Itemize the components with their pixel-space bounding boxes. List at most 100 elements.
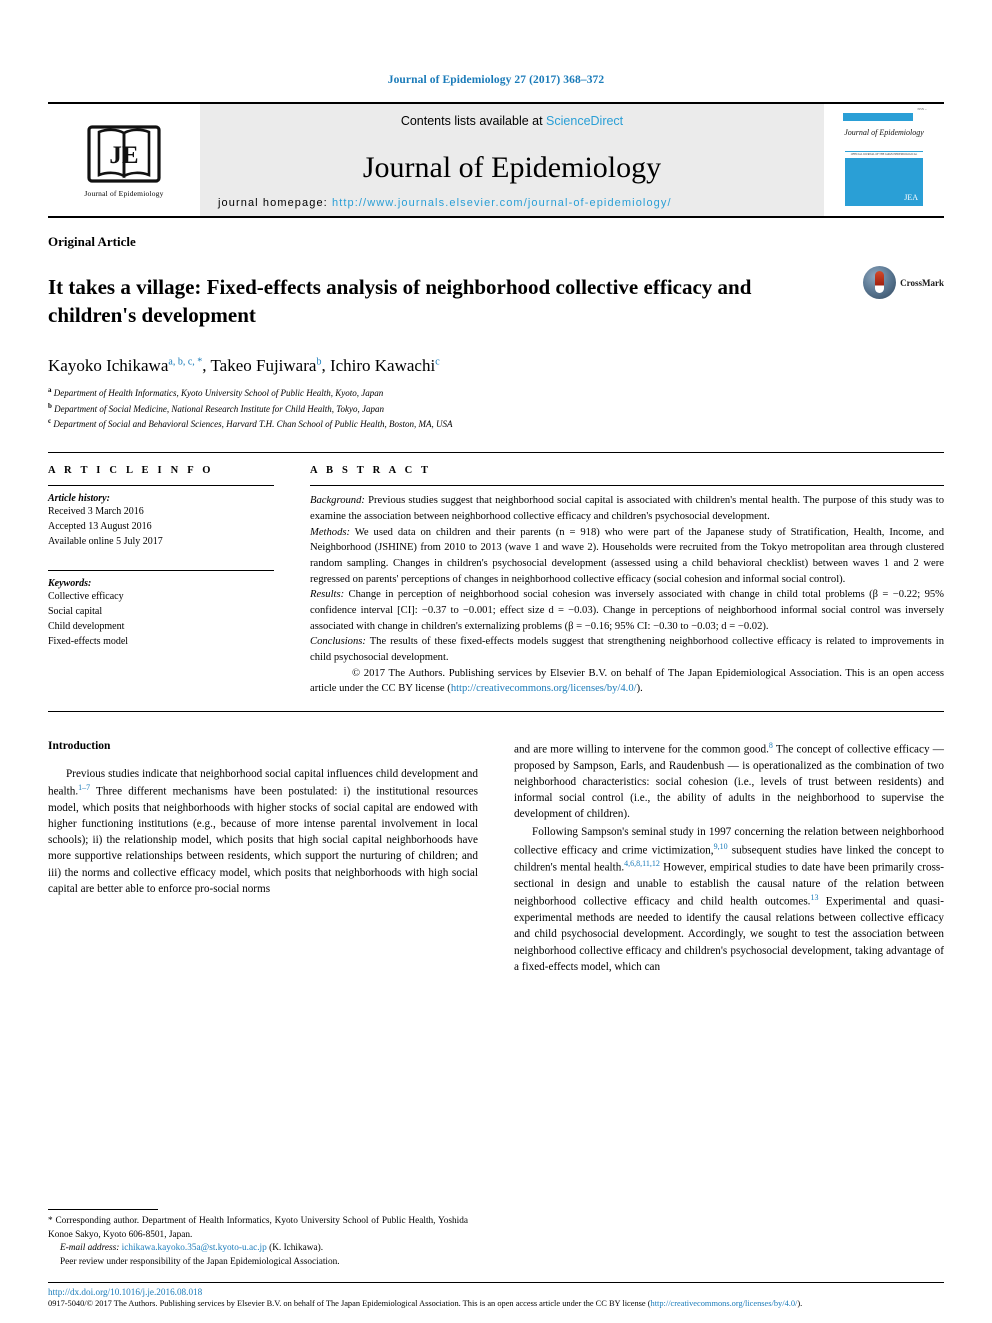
abstract-conclusions-text: The results of these fixed-effects model… [310,636,944,664]
affiliation-item: b Department of Social Medicine, Nationa… [48,401,944,417]
affiliation-text: Department of Health Informatics, Kyoto … [53,387,384,398]
svg-text:JE: JE [109,142,138,169]
cover-top-bar [843,113,913,121]
journal-homepage-line: journal homepage: http://www.journals.el… [200,197,824,216]
footnote-divider [48,1209,158,1211]
affiliation-text: Department of Social and Behavioral Scie… [53,419,453,430]
abstract-body: Background: Previous studies suggest tha… [310,493,944,697]
cover-mark: JEA [904,193,918,202]
citation-ref[interactable]: 1–7 [78,783,90,792]
footnote-block: * Corresponding author. Department of He… [48,1209,468,1269]
corresponding-author-note: * Corresponding author. Department of He… [48,1216,468,1240]
article-type-label: Original Article [48,234,136,249]
affiliation-mark: b [48,401,52,410]
journal-logo-block: JE Journal of Epidemiology [48,104,200,216]
author-name: Ichiro Kawachi [329,355,436,375]
footer-copyright: 0917-5040/© 2017 The Authors. Publishing… [48,1298,803,1308]
author-name: Takeo Fujiwara [210,355,317,375]
doi-link[interactable]: http://dx.doi.org/10.1016/j.je.2016.08.0… [48,1287,944,1297]
footer-cc-license-link[interactable]: http://creativecommons.org/licenses/by/4… [651,1299,798,1308]
author-affil-marks[interactable]: a, b, c, * [168,356,202,367]
affiliation-item: c Department of Social and Behavioral Sc… [48,416,944,432]
abstract-paragraph-methods: Methods: We used data on children and th… [310,525,944,588]
info-abstract-band: A R T I C L E I N F O Article history: R… [48,452,944,713]
author-list: Kayoko Ichikawaa, b, c, *, Takeo Fujiwar… [48,355,440,375]
body-column-left: Introduction Previous studies indicate t… [48,740,478,977]
email-suffix: (K. Ichikawa). [266,1243,324,1254]
running-head: Journal of Epidemiology 27 (2017) 368–37… [387,74,605,86]
homepage-label: journal homepage: [218,197,332,209]
citation-ref[interactable]: 4,6,8,11,12 [624,859,660,868]
abstract-paragraph-background: Background: Previous studies suggest tha… [310,493,944,524]
intro-paragraph-2-right: Following Sampson's seminal study in 199… [514,824,944,974]
footer-copyright-tail: ). [797,1298,803,1308]
cover-color-block: JEA [845,159,923,206]
cc-license-link[interactable]: http://creativecommons.org/licenses/by/4… [451,683,637,694]
footer-copyright-text: 0917-5040/© 2017 The Authors. Publishing… [48,1298,646,1308]
page-title: It takes a village: Fixed-effects analys… [48,275,752,327]
keyword-item: Social capital [48,606,103,618]
cover-issn: ISSN ... [917,107,927,111]
abstract-results-label: Results: [310,589,345,601]
crossmark-badge-group[interactable]: CrossMark [863,266,944,299]
sciencedirect-link[interactable]: ScienceDirect [546,114,623,128]
affiliation-mark: a [48,385,52,394]
masthead-center: Contents lists available at ScienceDirec… [200,104,824,216]
title-row: It takes a village: Fixed-effects analys… [48,260,944,344]
keyword-item: Collective efficacy [48,591,124,603]
article-history-item: Received 3 March 2016 [48,506,144,518]
intro-text-a: and are more willing to intervene for th… [514,743,769,756]
article-history-item: Accepted 13 August 2016 [48,521,152,533]
contents-available-line: Contents lists available at ScienceDirec… [200,114,824,128]
divider [48,570,274,572]
page-footer: http://dx.doi.org/10.1016/j.je.2016.08.0… [48,1281,944,1309]
journal-logo-caption: Journal of Epidemiology [84,188,164,198]
intro-paragraph-1-left: Previous studies indicate that neighborh… [48,766,478,897]
abstract-results-text: Change in perception of neighborhood soc… [310,589,944,632]
abstract-methods-label: Methods: [310,526,351,538]
journal-cover-block: ISSN ... Journal of Epidemiology OFFICIA… [824,104,944,216]
body-columns: Introduction Previous studies indicate t… [48,740,944,977]
author-affil-marks[interactable]: b [316,356,321,367]
body-column-right: and are more willing to intervene for th… [514,740,944,977]
abstract-paragraph-conclusions: Conclusions: The results of these fixed-… [310,634,944,665]
keywords-label: Keywords: [48,578,92,590]
citation-ref[interactable]: 9,10 [714,842,728,851]
intro-paragraph-1-right: and are more willing to intervene for th… [514,740,944,822]
abstract-paragraph-results: Results: Change in perception of neighbo… [310,587,944,634]
affiliation-text: Department of Social Medicine, National … [54,403,384,414]
divider [48,485,274,487]
abstract-conclusions-label: Conclusions: [310,636,366,648]
author-name: Kayoko Ichikawa [48,355,169,375]
abstract-copyright-tail: ). [636,683,643,695]
email-note: E-mail address: ichikawa.kayoko.35a@st.k… [48,1242,468,1255]
crossmark-icon [863,266,897,299]
affiliation-item: a Department of Health Informatics, Kyot… [48,385,944,401]
peer-review-text: Peer review under responsibility of the … [60,1256,340,1267]
cover-title: Journal of Epidemiology [844,128,924,137]
keyword-item: Fixed-effects model [48,636,129,648]
affiliation-mark: c [48,417,52,426]
abstract-methods-text: We used data on children and their paren… [310,526,944,585]
journal-name: Journal of Epidemiology [362,150,662,184]
author-affil-marks[interactable]: c [435,356,439,367]
abstract-copyright: © 2017 The Authors. Publishing services … [310,666,944,697]
open-book-je-icon: JE [87,124,161,183]
article-info-column: A R T I C L E I N F O Article history: R… [48,465,296,697]
article-info-heading: A R T I C L E I N F O [48,465,214,477]
crossmark-label: CrossMark [900,277,944,288]
keyword-item: Child development [48,621,125,633]
abstract-column: A B S T R A C T Background: Previous stu… [296,465,944,697]
email-link[interactable]: ichikawa.kayoko.35a@st.kyoto-u.ac.jp [122,1243,267,1253]
journal-cover-thumbnail: ISSN ... Journal of Epidemiology OFFICIA… [837,104,931,216]
footer-divider [48,1281,944,1283]
abstract-background-label: Background: [310,495,365,507]
intro-text-b: Three different mechanisms have been pos… [48,785,478,895]
article-history-item: Available online 5 July 2017 [48,536,163,548]
abstract-background-text: Previous studies suggest that neighborho… [310,495,944,523]
email-label: E-mail address: [60,1243,120,1254]
article-history-label: Article history: [48,493,110,505]
homepage-url-link[interactable]: http://www.journals.elsevier.com/journal… [332,197,672,209]
journal-article-page: Journal of Epidemiology 27 (2017) 368–37… [0,0,992,1323]
